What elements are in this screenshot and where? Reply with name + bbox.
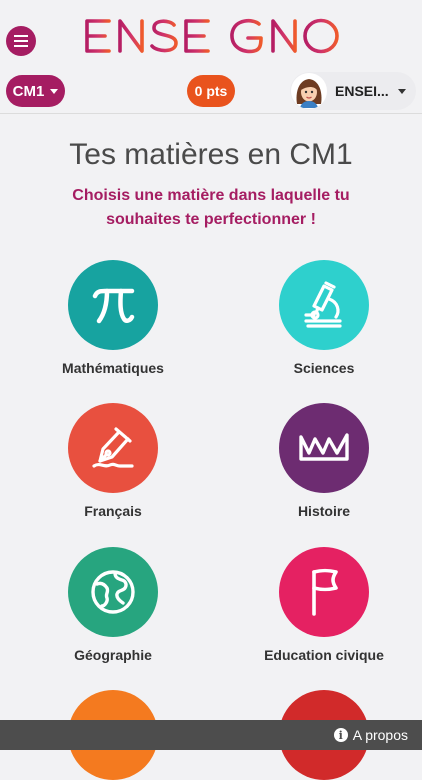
subject-geographie[interactable]: Géographie: [13, 547, 213, 663]
subject-francais[interactable]: Français: [13, 403, 213, 519]
subject-label: Français: [84, 503, 142, 519]
menu-button[interactable]: [6, 26, 36, 56]
user-menu[interactable]: ENSEI...: [290, 72, 416, 110]
avatar: [291, 73, 327, 109]
subject-label: Mathématiques: [62, 360, 164, 376]
subject-histoire[interactable]: Histoire: [224, 403, 422, 519]
page-title: Tes matières en CM1: [69, 138, 353, 171]
hamburger-icon: [14, 35, 28, 47]
subject-education-civique[interactable]: Education civique: [224, 547, 422, 663]
subject-sciences[interactable]: Sciences: [224, 260, 422, 376]
about-link[interactable]: i A propos: [333, 727, 408, 743]
subject-label: Sciences: [293, 360, 355, 376]
level-label: CM1: [12, 82, 45, 100]
subject-label: Géographie: [74, 647, 152, 663]
chevron-down-icon: [50, 88, 59, 94]
user-name: ENSEI...: [335, 83, 389, 99]
pi-icon: [68, 260, 158, 350]
subject-mathematiques[interactable]: Mathématiques: [13, 260, 213, 376]
subject-label: Education civique: [264, 647, 384, 663]
level-dropdown[interactable]: CM1: [6, 75, 65, 107]
microscope-icon: [279, 260, 369, 350]
page-subtitle: Choisis une matière dans laquelle tu sou…: [72, 187, 350, 228]
enseigno-logo: [84, 14, 344, 58]
subject-label: Histoire: [297, 503, 351, 519]
top-bar: CM1 0 pts ENSEI...: [0, 0, 422, 114]
points-badge: 0 pts: [187, 75, 235, 107]
pen-icon: [68, 403, 158, 493]
footer-bar: i A propos: [0, 720, 422, 750]
chevron-down-icon: [398, 89, 406, 94]
flag-icon: [279, 547, 369, 637]
globe-icon: [68, 547, 158, 637]
about-label: A propos: [352, 727, 408, 743]
crown-icon: [279, 403, 369, 493]
info-icon: i: [333, 728, 348, 742]
